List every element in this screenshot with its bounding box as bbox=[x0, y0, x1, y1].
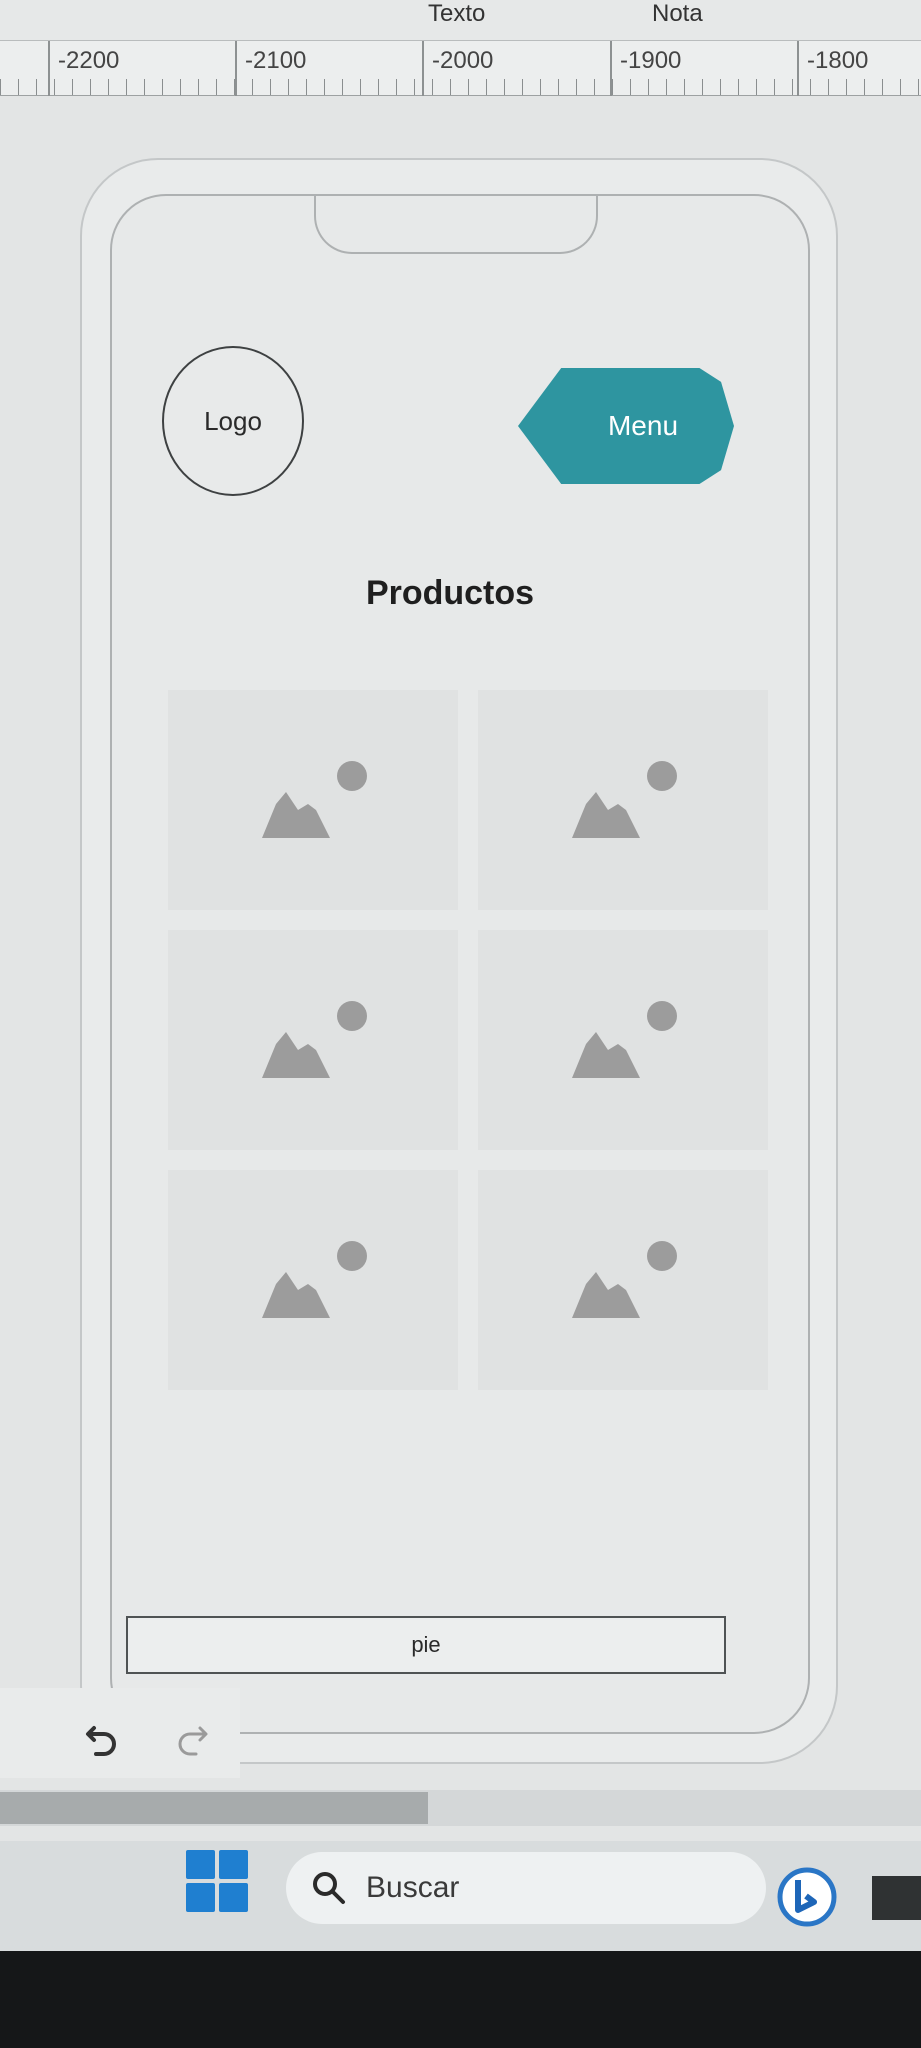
start-icon-pane bbox=[186, 1850, 215, 1879]
image-placeholder-icon bbox=[262, 1241, 367, 1318]
image-placeholder-icon bbox=[572, 1001, 677, 1078]
ruler-number: -2000 bbox=[432, 47, 494, 74]
product-card[interactable] bbox=[478, 1170, 768, 1390]
product-card[interactable] bbox=[168, 690, 458, 910]
image-placeholder-icon bbox=[262, 1001, 367, 1078]
bing-logo-icon bbox=[777, 1867, 837, 1927]
image-placeholder-icon bbox=[572, 1241, 677, 1318]
editor-toolbar: Texto Nota bbox=[0, 0, 921, 40]
ruler-number: -1900 bbox=[620, 47, 682, 74]
taskbar-search-box[interactable]: Buscar bbox=[286, 1852, 766, 1924]
toolbar-text-tool[interactable]: Texto bbox=[428, 0, 485, 28]
logo-placeholder[interactable]: Logo bbox=[162, 346, 304, 496]
redo-icon bbox=[178, 1726, 208, 1756]
phone-notch bbox=[314, 196, 598, 254]
start-icon-pane bbox=[219, 1883, 248, 1912]
page-title: Productos bbox=[365, 574, 535, 612]
product-card[interactable] bbox=[478, 930, 768, 1150]
product-card[interactable] bbox=[168, 1170, 458, 1390]
product-card[interactable] bbox=[168, 930, 458, 1150]
redo-button[interactable] bbox=[164, 1710, 220, 1766]
image-placeholder-icon bbox=[262, 761, 367, 838]
horizontal-scrollbar-thumb[interactable] bbox=[0, 1792, 428, 1824]
toolbar-note-tool[interactable]: Nota bbox=[652, 0, 703, 28]
product-grid bbox=[168, 690, 768, 1390]
search-icon bbox=[313, 1872, 345, 1904]
taskbar-app-icon[interactable] bbox=[872, 1876, 921, 1920]
bing-icon[interactable] bbox=[776, 1866, 838, 1928]
windows-start-icon[interactable] bbox=[186, 1850, 248, 1912]
ruler-number: -1800 bbox=[807, 47, 869, 74]
search-placeholder: Buscar bbox=[366, 1871, 460, 1904]
ruler-number: -2100 bbox=[245, 47, 307, 74]
ruler-minor-ticks bbox=[0, 79, 921, 95]
start-icon-pane bbox=[219, 1850, 248, 1879]
start-icon-pane bbox=[186, 1883, 215, 1912]
image-placeholder-icon bbox=[572, 761, 677, 838]
undo-button[interactable] bbox=[74, 1710, 130, 1766]
undo-icon bbox=[86, 1726, 116, 1756]
footer-bar[interactable]: pie bbox=[126, 1616, 726, 1674]
ruler-number: -2200 bbox=[58, 47, 120, 74]
menu-button[interactable]: Menu bbox=[518, 368, 734, 484]
product-card[interactable] bbox=[478, 690, 768, 910]
horizontal-ruler: -2200 -2100 -2000 -1900 -1800 bbox=[0, 40, 921, 97]
monitor-bezel bbox=[0, 1951, 921, 2048]
